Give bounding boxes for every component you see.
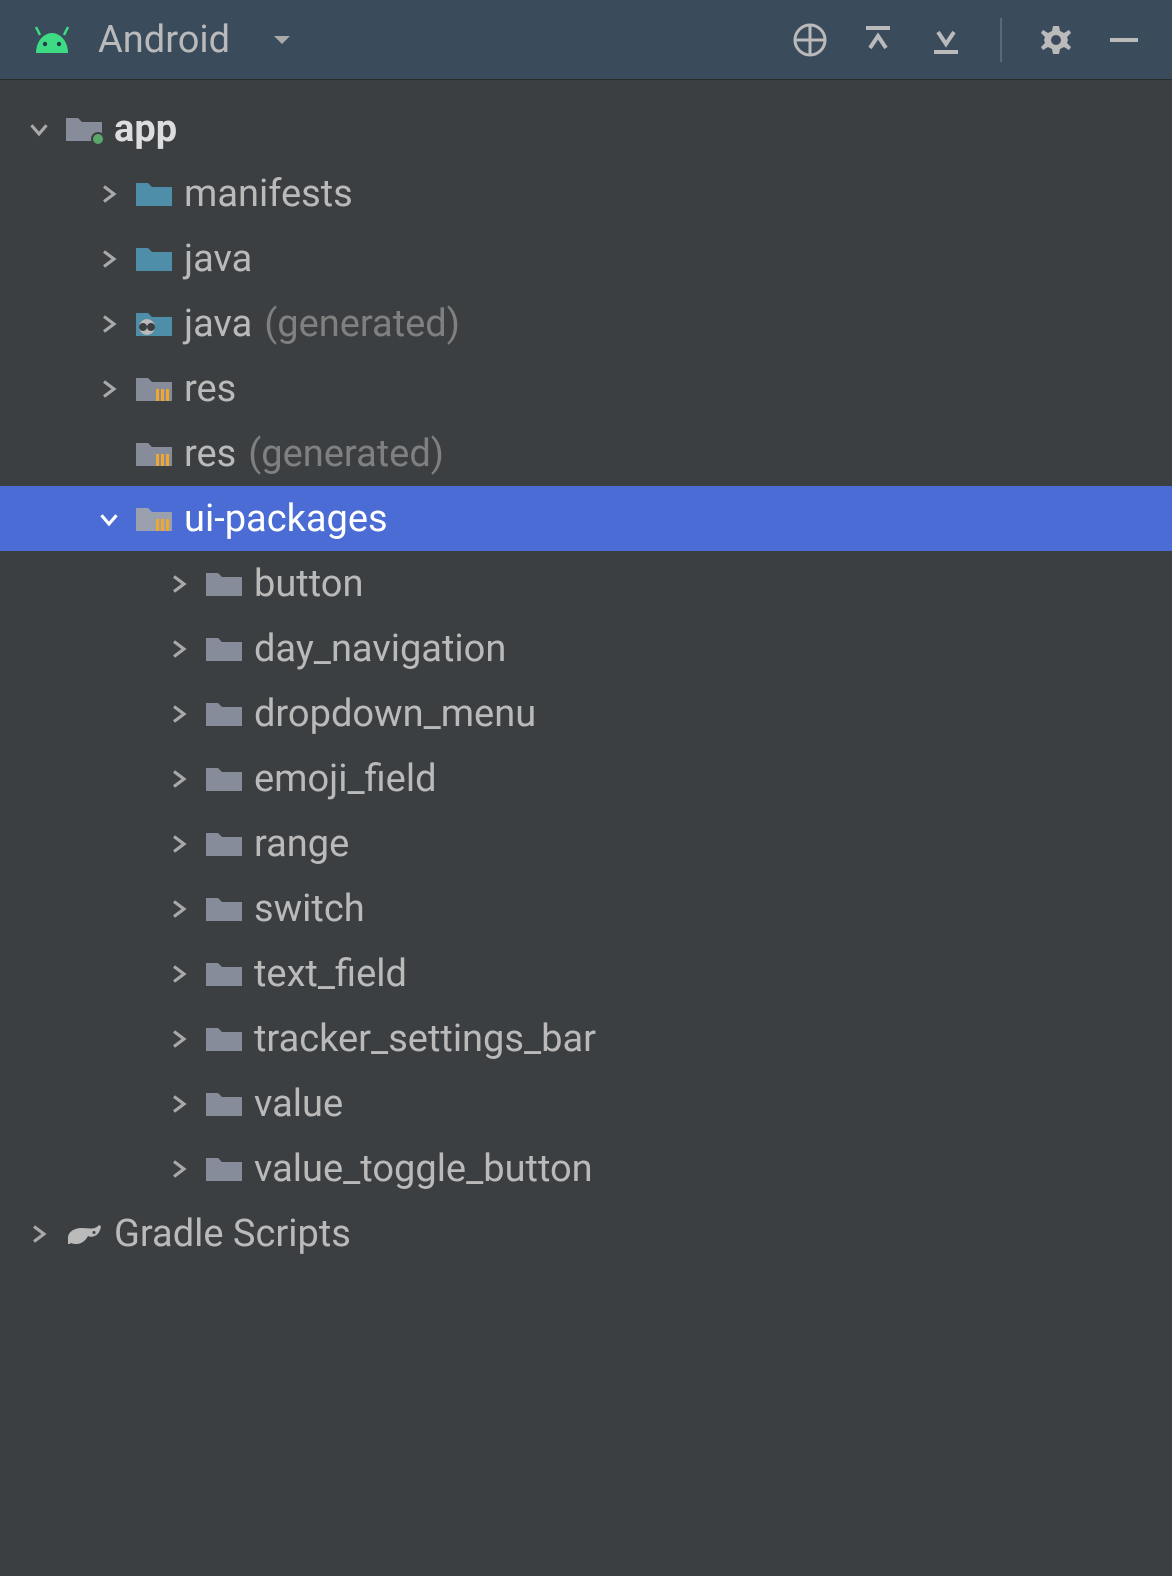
node-label: range xyxy=(254,822,349,866)
chevron-right-icon[interactable] xyxy=(156,1094,202,1114)
android-icon xyxy=(30,25,74,55)
resource-folder-icon xyxy=(132,371,176,407)
chevron-right-icon[interactable] xyxy=(156,1029,202,1049)
folder-icon xyxy=(202,1151,246,1187)
collapse-all-icon[interactable] xyxy=(928,22,964,58)
resource-folder-icon xyxy=(132,436,176,472)
tree-node-value-toggle-button[interactable]: value_toggle_button xyxy=(0,1136,1172,1201)
tree-node-ui-packages[interactable]: ui-packages xyxy=(0,486,1172,551)
tree-node-res[interactable]: res xyxy=(0,356,1172,421)
tree-node-value[interactable]: value xyxy=(0,1071,1172,1136)
folder-icon xyxy=(202,761,246,797)
folder-icon xyxy=(202,956,246,992)
folder-icon xyxy=(202,826,246,862)
tree-node-day-navigation[interactable]: day_navigation xyxy=(0,616,1172,681)
header-actions xyxy=(792,18,1142,62)
node-label: emoji_field xyxy=(254,757,437,801)
node-label: Gradle Scripts xyxy=(114,1212,351,1256)
node-label: app xyxy=(114,107,177,151)
chevron-right-icon[interactable] xyxy=(156,769,202,789)
folder-icon xyxy=(202,566,246,602)
tree-node-java-generated[interactable]: java (generated) xyxy=(0,291,1172,356)
gear-icon[interactable] xyxy=(1038,22,1074,58)
chevron-down-icon[interactable] xyxy=(86,509,132,529)
chevron-down-icon[interactable] xyxy=(16,119,62,139)
node-suffix: (generated) xyxy=(248,432,444,476)
chevron-right-icon[interactable] xyxy=(156,704,202,724)
folder-icon xyxy=(202,1021,246,1057)
folder-icon xyxy=(132,241,176,277)
select-opened-file-icon[interactable] xyxy=(792,22,828,58)
chevron-down-icon xyxy=(270,26,294,54)
node-suffix: (generated) xyxy=(264,302,460,346)
node-label: java xyxy=(184,302,252,346)
chevron-right-icon[interactable] xyxy=(156,574,202,594)
folder-icon xyxy=(202,696,246,732)
tree-node-switch[interactable]: switch xyxy=(0,876,1172,941)
tree-node-range[interactable]: range xyxy=(0,811,1172,876)
chevron-right-icon[interactable] xyxy=(86,314,132,334)
node-label: tracker_settings_bar xyxy=(254,1017,596,1061)
node-label: switch xyxy=(254,887,365,931)
chevron-right-icon[interactable] xyxy=(16,1224,62,1244)
project-tree: app manifests java java (generated) res … xyxy=(0,80,1172,1266)
view-selector[interactable]: Android xyxy=(30,18,792,62)
tree-node-tracker-settings-bar[interactable]: tracker_settings_bar xyxy=(0,1006,1172,1071)
tree-node-text-field[interactable]: text_field xyxy=(0,941,1172,1006)
node-label: value_toggle_button xyxy=(254,1147,593,1191)
chevron-right-icon[interactable] xyxy=(156,964,202,984)
node-label: ui-packages xyxy=(184,497,388,541)
resource-folder-icon xyxy=(132,501,176,537)
chevron-right-icon[interactable] xyxy=(156,899,202,919)
project-view-header: Android xyxy=(0,0,1172,80)
folder-icon xyxy=(202,891,246,927)
folder-icon xyxy=(202,631,246,667)
module-folder-icon xyxy=(62,111,106,147)
node-label: value xyxy=(254,1082,343,1126)
tree-node-manifests[interactable]: manifests xyxy=(0,161,1172,226)
tree-node-app[interactable]: app xyxy=(0,96,1172,161)
node-label: manifests xyxy=(184,172,353,216)
folder-icon xyxy=(132,176,176,212)
node-label: day_navigation xyxy=(254,627,506,671)
chevron-right-icon[interactable] xyxy=(156,639,202,659)
chevron-right-icon[interactable] xyxy=(156,834,202,854)
gradle-icon xyxy=(62,1216,106,1252)
folder-icon xyxy=(202,1086,246,1122)
node-label: button xyxy=(254,562,363,606)
tree-node-emoji-field[interactable]: emoji_field xyxy=(0,746,1172,811)
generated-folder-icon xyxy=(132,306,176,342)
view-selector-label: Android xyxy=(98,18,230,62)
chevron-right-icon[interactable] xyxy=(86,184,132,204)
node-label: res xyxy=(184,432,236,476)
chevron-right-icon[interactable] xyxy=(86,249,132,269)
tree-node-gradle-scripts[interactable]: Gradle Scripts xyxy=(0,1201,1172,1266)
chevron-right-icon[interactable] xyxy=(86,379,132,399)
node-label: java xyxy=(184,237,252,281)
node-label: text_field xyxy=(254,952,407,996)
tree-node-dropdown-menu[interactable]: dropdown_menu xyxy=(0,681,1172,746)
minimize-icon[interactable] xyxy=(1106,22,1142,58)
tree-node-button[interactable]: button xyxy=(0,551,1172,616)
node-label: dropdown_menu xyxy=(254,692,536,736)
tree-node-res-generated[interactable]: res (generated) xyxy=(0,421,1172,486)
chevron-right-icon[interactable] xyxy=(156,1159,202,1179)
tree-node-java[interactable]: java xyxy=(0,226,1172,291)
divider xyxy=(1000,18,1002,62)
expand-all-icon[interactable] xyxy=(860,22,896,58)
node-label: res xyxy=(184,367,236,411)
